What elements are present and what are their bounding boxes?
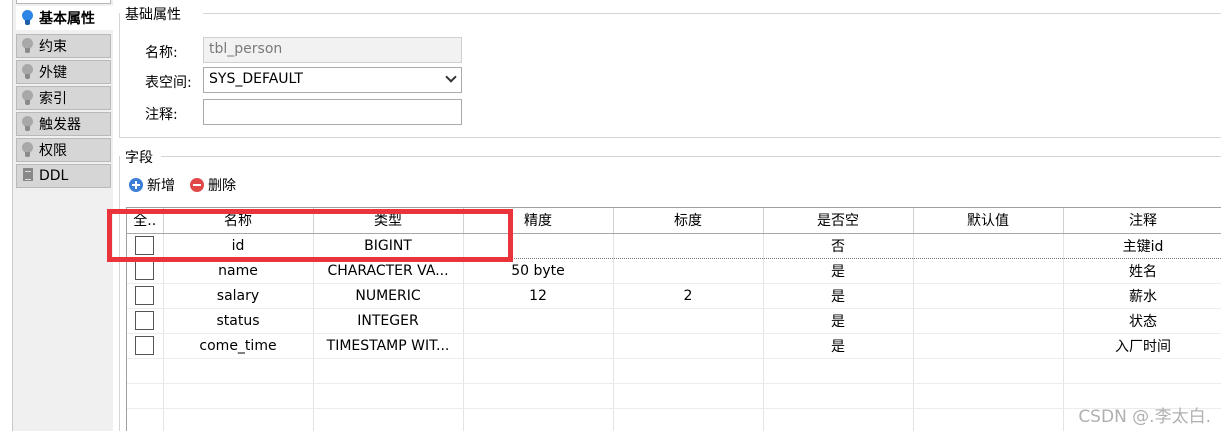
- cell-name[interactable]: status: [163, 308, 314, 334]
- row-checkbox[interactable]: [135, 236, 155, 255]
- column-header-select-all[interactable]: 全..: [127, 208, 164, 234]
- lightbulb-icon: [19, 140, 37, 160]
- column-header-precision[interactable]: 精度: [463, 208, 614, 234]
- row-checkbox[interactable]: [135, 286, 155, 305]
- nav-item-foreign-keys[interactable]: 外键: [16, 60, 111, 84]
- add-field-label: 新增: [147, 178, 175, 194]
- cell-type[interactable]: TIMESTAMP WIT...: [313, 333, 464, 359]
- nav-item-label: 约束: [39, 39, 67, 55]
- chevron-down-icon[interactable]: [445, 71, 457, 83]
- lightbulb-icon: [19, 114, 37, 134]
- lightbulb-icon: [19, 62, 37, 82]
- nav-edge: [0, 0, 13, 431]
- cell-default[interactable]: [913, 232, 1064, 259]
- cell-default[interactable]: [913, 283, 1064, 309]
- fields-grid: 全.. 名称 类型 精度 标度 是否空 默认值 注释 id BIGINT 否 主…: [126, 207, 1221, 431]
- nav-item-label: 基本属性: [39, 11, 95, 27]
- nav-item-label: 触发器: [39, 117, 81, 133]
- tablespace-value: SYS_DEFAULT: [209, 71, 303, 87]
- cell-nullable[interactable]: 是: [763, 308, 914, 334]
- nav-item-basic-properties[interactable]: 基本属性: [16, 6, 114, 30]
- cell-nullable[interactable]: 是: [763, 333, 914, 359]
- cell-precision[interactable]: [463, 308, 614, 334]
- nav-item-permissions[interactable]: 权限: [16, 138, 111, 162]
- cell-precision[interactable]: [463, 333, 614, 359]
- cell-nullable[interactable]: 是: [763, 258, 914, 284]
- empty-row: [127, 408, 1221, 431]
- table-row[interactable]: come_time TIMESTAMP WIT... 是 入厂时间: [127, 333, 1221, 359]
- cell-scale[interactable]: [613, 232, 764, 259]
- nav-item-indexes[interactable]: 索引: [16, 86, 111, 110]
- cell-comment[interactable]: 姓名: [1063, 258, 1221, 284]
- nav-item-label: DDL: [39, 168, 69, 184]
- main-panel: 基础属性 名称: tbl_person 表空间: SYS_DEFAULT 注释:…: [113, 0, 1221, 431]
- lightbulb-blue-icon: [19, 8, 37, 28]
- nav-item-label: 外键: [39, 65, 67, 81]
- column-header-type[interactable]: 类型: [313, 208, 464, 234]
- cell-comment[interactable]: 入厂时间: [1063, 333, 1221, 359]
- empty-row: [127, 383, 1221, 409]
- lightbulb-icon: [19, 88, 37, 108]
- cell-comment[interactable]: 状态: [1063, 308, 1221, 334]
- basic-properties-title: 基础属性: [125, 7, 181, 23]
- nav-item-label: 权限: [39, 143, 67, 159]
- cell-scale[interactable]: 2: [613, 283, 764, 309]
- table-row[interactable]: name CHARACTER VA... 50 byte 是 姓名: [127, 258, 1221, 284]
- cell-name[interactable]: come_time: [163, 333, 314, 359]
- row-checkbox[interactable]: [135, 336, 155, 355]
- cell-default[interactable]: [913, 308, 1064, 334]
- table-row[interactable]: id BIGINT 否 主键id: [127, 232, 1221, 259]
- comment-field[interactable]: [203, 99, 462, 125]
- column-header-default[interactable]: 默认值: [913, 208, 1064, 234]
- cell-name[interactable]: name: [163, 258, 314, 284]
- column-header-nullable[interactable]: 是否空: [763, 208, 914, 234]
- nav-item-ddl[interactable]: DDL: [16, 164, 111, 188]
- add-field-button[interactable]: 新增: [129, 175, 175, 195]
- left-nav: 基本属性 约束 外键 索引 触发器 权限 DDL: [0, 0, 114, 431]
- add-icon: [129, 178, 143, 192]
- cell-scale[interactable]: [613, 258, 764, 284]
- grid-header-row: 全.. 名称 类型 精度 标度 是否空 默认值 注释: [127, 208, 1221, 234]
- cell-default[interactable]: [913, 333, 1064, 359]
- cell-scale[interactable]: [613, 308, 764, 334]
- table-row[interactable]: status INTEGER 是 状态: [127, 308, 1221, 334]
- column-header-scale[interactable]: 标度: [613, 208, 764, 234]
- cell-type[interactable]: CHARACTER VA...: [313, 258, 464, 284]
- nav-item-triggers[interactable]: 触发器: [16, 112, 111, 136]
- table-row[interactable]: salary NUMERIC 12 2 是 薪水: [127, 283, 1221, 309]
- cell-comment[interactable]: 薪水: [1063, 283, 1221, 309]
- remove-icon: [190, 178, 204, 192]
- cell-nullable[interactable]: 是: [763, 283, 914, 309]
- cell-name[interactable]: id: [163, 232, 314, 259]
- row-checkbox[interactable]: [135, 261, 155, 280]
- comment-label: 注释:: [145, 107, 178, 123]
- cell-type[interactable]: NUMERIC: [313, 283, 464, 309]
- cell-comment[interactable]: 主键id: [1063, 232, 1221, 259]
- empty-row: [127, 358, 1221, 384]
- cell-scale[interactable]: [613, 333, 764, 359]
- watermark: CSDN @.李太白.: [1078, 407, 1211, 427]
- fields-title: 字段: [125, 150, 153, 166]
- nav-item-constraints[interactable]: 约束: [16, 34, 111, 58]
- column-header-name[interactable]: 名称: [163, 208, 314, 234]
- cell-default[interactable]: [913, 258, 1064, 284]
- cell-name[interactable]: salary: [163, 283, 314, 309]
- cell-type[interactable]: INTEGER: [313, 308, 464, 334]
- cell-precision[interactable]: 12: [463, 283, 614, 309]
- lightbulb-icon: [19, 36, 37, 56]
- cell-nullable[interactable]: 否: [763, 232, 914, 259]
- delete-field-button[interactable]: 删除: [190, 175, 236, 195]
- cell-type[interactable]: BIGINT: [313, 232, 464, 259]
- name-field[interactable]: tbl_person: [203, 37, 462, 63]
- tablespace-label: 表空间:: [145, 75, 192, 91]
- tablespace-select[interactable]: SYS_DEFAULT: [203, 67, 462, 93]
- cell-precision[interactable]: [463, 232, 614, 259]
- name-label: 名称:: [145, 45, 178, 61]
- cell-precision[interactable]: 50 byte: [463, 258, 614, 284]
- document-icon: [19, 166, 37, 186]
- column-header-comment[interactable]: 注释: [1063, 208, 1221, 234]
- delete-field-label: 删除: [208, 178, 236, 194]
- nav-item-label: 索引: [39, 91, 67, 107]
- row-checkbox[interactable]: [135, 311, 155, 330]
